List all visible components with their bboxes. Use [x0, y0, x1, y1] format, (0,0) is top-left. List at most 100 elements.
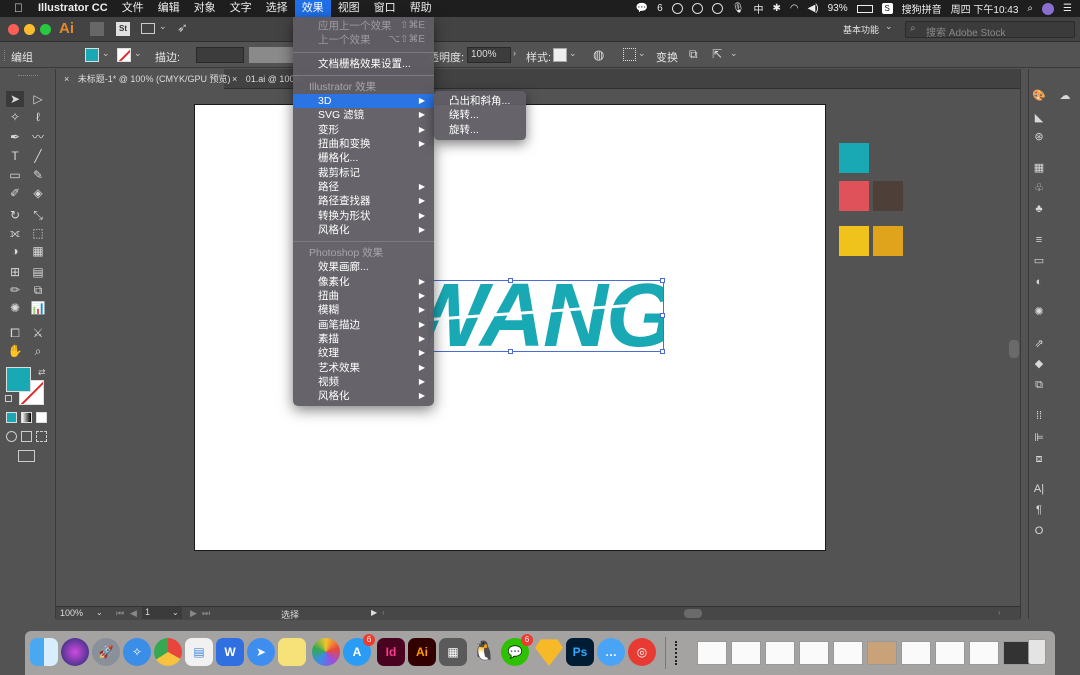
apple-menu-icon[interactable]: 	[0, 0, 31, 17]
wifi-icon[interactable]: ◠	[790, 3, 799, 14]
pathfinder-panel-icon[interactable]: ⧈	[1031, 452, 1047, 466]
hand-tool-icon[interactable]: ✋	[6, 343, 24, 359]
curvature-tool-icon[interactable]: 〰	[29, 129, 47, 145]
qq-icon[interactable]: 🐧	[470, 638, 498, 666]
minimized-window-thumb[interactable]	[833, 641, 863, 665]
asset-export-icon[interactable]: ⇗	[1031, 337, 1047, 351]
menu-item-crop-marks[interactable]: 裁剪标记	[293, 166, 434, 180]
opacity-field[interactable]: 100%	[467, 47, 511, 63]
menu-item-rotate[interactable]: 旋转...	[434, 123, 526, 137]
rectangle-tool-icon[interactable]: ▭	[6, 167, 24, 183]
menu-item-extrude-bevel[interactable]: 凸出和斜角...	[434, 94, 526, 108]
last-artboard-icon[interactable]: ⏭	[202, 608, 210, 619]
character-panel-icon[interactable]: A|	[1031, 482, 1047, 496]
menu-item-rasterize[interactable]: 栅格化...	[293, 151, 434, 165]
eraser-tool-icon[interactable]: ◈	[29, 185, 47, 201]
menu-item-effect-gallery[interactable]: 效果画廊...	[293, 260, 434, 274]
input-method-label[interactable]: 搜狗拼音	[902, 1, 942, 16]
minimized-window-thumb[interactable]	[799, 641, 829, 665]
swatch-red[interactable]	[839, 181, 869, 211]
color-mode-icon[interactable]	[6, 412, 17, 423]
workspace-switcher[interactable]: 基本功能	[843, 23, 879, 36]
zoom-tool-icon[interactable]: ⌕	[29, 343, 47, 359]
mic-icon[interactable]: 🎙	[732, 3, 745, 14]
screen-mode-icon[interactable]	[18, 450, 35, 462]
bridge-icon[interactable]	[90, 22, 104, 36]
menu-object[interactable]: 对象	[187, 0, 223, 17]
draw-inside-icon[interactable]	[36, 431, 47, 442]
netease-music-icon[interactable]: ◎	[628, 638, 656, 666]
symbols-icon[interactable]: ♣	[1031, 202, 1047, 216]
gradient-mode-icon[interactable]	[21, 412, 32, 423]
graphic-style-swatch[interactable]	[553, 48, 567, 62]
menu-help[interactable]: 帮助	[403, 0, 439, 17]
fill-color-indicator[interactable]	[6, 367, 31, 392]
minimized-window-thumb[interactable]	[867, 641, 897, 665]
tab-close-icon[interactable]: ×	[232, 74, 237, 84]
gradient-panel-icon[interactable]: ▭	[1031, 254, 1047, 268]
siri-icon[interactable]	[61, 638, 89, 666]
stock-logo[interactable]: St	[116, 22, 130, 36]
zoom-chevron-icon[interactable]: ⌄	[96, 608, 103, 617]
blend-tool-icon[interactable]: ⧉	[29, 282, 47, 298]
swatch-teal[interactable]	[839, 143, 869, 173]
draw-normal-icon[interactable]	[6, 431, 17, 442]
timer-icon[interactable]	[711, 3, 723, 14]
calculator-icon[interactable]: ▦	[439, 638, 467, 666]
photoshop-icon[interactable]: Ps	[566, 638, 594, 666]
recolor-artwork-icon[interactable]: ◍	[593, 47, 604, 63]
menu-item-video[interactable]: 视频 ▶	[293, 375, 434, 389]
notification-center-icon[interactable]: ☰	[1063, 3, 1072, 14]
photos-icon[interactable]	[312, 638, 340, 666]
stroke-chevron-icon[interactable]: ⌄	[134, 48, 142, 59]
arrange-icon[interactable]: ⇱	[712, 47, 722, 61]
transparency-panel-icon[interactable]: ◐	[1031, 275, 1047, 289]
menu-item-stylize[interactable]: 风格化 ▶	[293, 223, 434, 237]
column-graph-tool-icon[interactable]: 📊	[29, 300, 47, 316]
close-window-button[interactable]	[8, 24, 19, 35]
scale-tool-icon[interactable]: ⤡	[29, 207, 47, 223]
menu-item-document-raster-settings[interactable]: 文档栅格效果设置...	[293, 57, 434, 71]
type-tool-icon[interactable]: T	[6, 148, 24, 164]
navigator-icon[interactable]: ⊛	[1031, 130, 1047, 144]
artboard-tool-icon[interactable]: ⧠	[6, 325, 24, 341]
menu-item-revolve[interactable]: 绕转...	[434, 108, 526, 122]
minimized-window-thumb[interactable]	[697, 641, 727, 665]
draw-behind-icon[interactable]	[21, 431, 32, 442]
arrange-chevron-icon[interactable]: ⌄	[730, 48, 738, 59]
horizontal-scrollbar-thumb[interactable]	[684, 609, 702, 618]
swatch-gold[interactable]	[873, 226, 903, 256]
status-arrow-icon[interactable]: ▶	[371, 608, 377, 617]
shape-builder-tool-icon[interactable]: ◑	[6, 243, 24, 259]
menu-item-sketch[interactable]: 素描 ▶	[293, 332, 434, 346]
indesign-icon[interactable]: Id	[377, 638, 405, 666]
resize-handle-ne[interactable]	[660, 278, 665, 283]
menu-view[interactable]: 视图	[331, 0, 367, 17]
swatch-yellow[interactable]	[839, 226, 869, 256]
tab-close-icon[interactable]: ×	[64, 74, 69, 84]
libraries-icon[interactable]: ☁	[1057, 89, 1073, 103]
menu-file[interactable]: 文件	[115, 0, 151, 17]
wps-icon[interactable]: W	[216, 638, 244, 666]
first-artboard-icon[interactable]: ⏮	[116, 608, 124, 619]
scroll-right-icon[interactable]: ›	[998, 608, 1001, 617]
menu-item-distort-transform[interactable]: 扭曲和变换 ▶	[293, 137, 434, 151]
zoom-window-button[interactable]	[40, 24, 51, 35]
next-artboard-icon[interactable]: ▶	[190, 608, 197, 619]
safari-icon[interactable]: ✧	[123, 638, 151, 666]
vertical-scrollbar-thumb[interactable]	[1009, 340, 1019, 358]
magic-wand-tool-icon[interactable]: ✧	[6, 109, 24, 125]
swap-fill-stroke-icon[interactable]: ⇄	[38, 367, 46, 378]
gradient-tool-icon[interactable]: ▤	[29, 264, 47, 280]
paragraph-panel-icon[interactable]: ¶	[1031, 503, 1047, 517]
resize-handle-e[interactable]	[660, 313, 665, 318]
volume-icon[interactable]: ◀)	[808, 3, 819, 14]
input-zh-icon[interactable]: 中	[753, 1, 763, 16]
preview-icon[interactable]: ▤	[185, 638, 213, 666]
menu-item-pixelate[interactable]: 像素化 ▶	[293, 275, 434, 289]
wechat-status-icon[interactable]: 💬	[636, 3, 648, 14]
rotate-tool-icon[interactable]: ↻	[6, 207, 24, 223]
workspace-chevron-icon[interactable]: ⌄	[885, 21, 893, 32]
fill-chevron-icon[interactable]: ⌄	[102, 48, 110, 59]
minimized-window-thumb[interactable]	[731, 641, 761, 665]
